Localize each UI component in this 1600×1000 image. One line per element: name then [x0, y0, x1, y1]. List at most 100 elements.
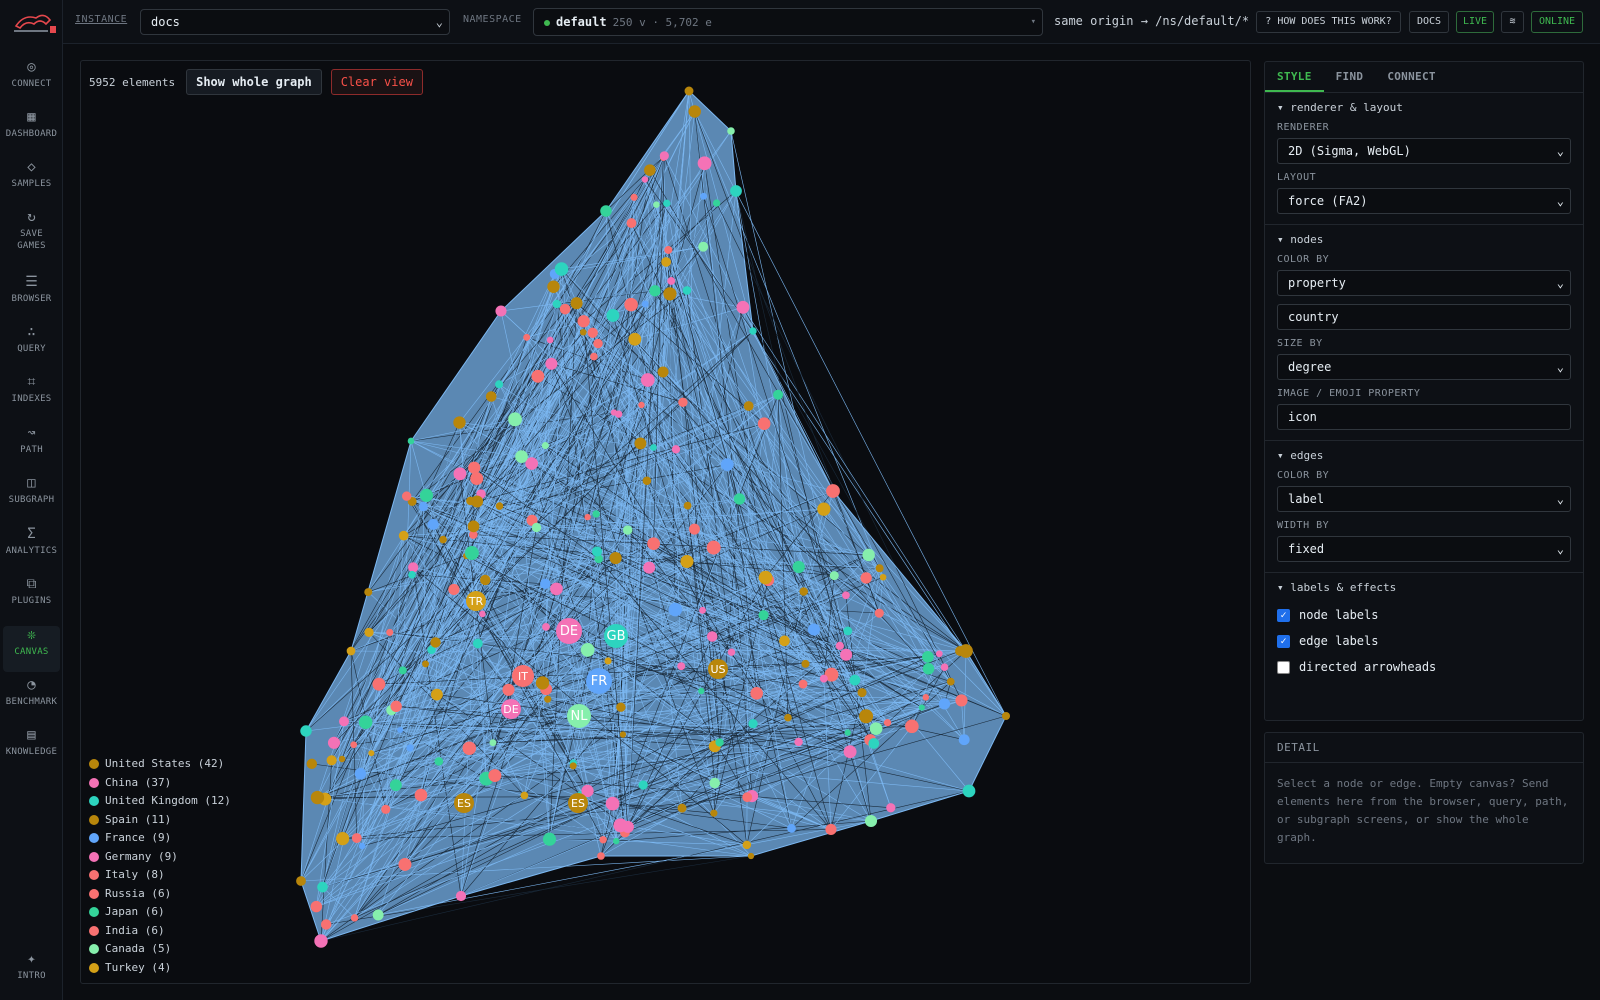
graph-node[interactable] [709, 777, 720, 789]
graph-node[interactable] [619, 731, 627, 738]
graph-node[interactable] [300, 725, 312, 737]
graph-node[interactable] [787, 823, 796, 833]
graph-node[interactable] [346, 646, 356, 656]
graph-node[interactable] [472, 638, 483, 649]
graph-node[interactable] [747, 852, 755, 860]
graph-node[interactable] [680, 555, 694, 569]
edge-labels-checkbox[interactable]: ✓ edge labels [1277, 628, 1571, 654]
graph-node[interactable] [408, 570, 416, 579]
graph-node[interactable] [489, 739, 497, 747]
node-labels-checkbox[interactable]: ✓ node labels [1277, 602, 1571, 628]
graph-node[interactable] [649, 285, 661, 297]
graph-node[interactable] [779, 635, 790, 647]
graph-node[interactable] [453, 416, 466, 429]
graph-node[interactable] [350, 914, 359, 922]
graph-node[interactable] [622, 525, 633, 535]
graph-node[interactable] [600, 205, 612, 217]
graph-node[interactable] [502, 683, 515, 696]
graph-node[interactable] [467, 520, 480, 533]
graph-node[interactable] [389, 779, 402, 792]
graph-node[interactable] [540, 578, 551, 590]
graph-node[interactable] [715, 738, 724, 747]
graph-node[interactable] [592, 510, 600, 518]
graph-node[interactable] [733, 493, 746, 505]
graph-node[interactable] [640, 373, 655, 387]
graph-node[interactable] [955, 694, 968, 707]
graph-node[interactable] [668, 602, 683, 617]
graph-node[interactable] [485, 391, 497, 402]
graph-node[interactable] [682, 286, 692, 295]
show-whole-graph-button[interactable]: Show whole graph [186, 69, 322, 95]
graph-node[interactable] [959, 644, 973, 658]
nav-indexes[interactable]: ⌗ INDEXES [3, 373, 60, 419]
graph-node[interactable] [727, 648, 736, 656]
graph-node[interactable] [531, 369, 545, 383]
graph-node[interactable] [488, 769, 502, 783]
nav-analytics[interactable]: Σ ANALYTICS [3, 525, 60, 571]
graph-node[interactable] [699, 606, 707, 614]
graph-node[interactable] [480, 574, 491, 586]
graph-node[interactable] [455, 890, 467, 902]
graph-node[interactable] [807, 623, 821, 636]
graph-node[interactable] [448, 583, 460, 596]
namespace-select[interactable]: default 250 v · 5,702 e ▾ [533, 8, 1043, 36]
graph-node[interactable] [712, 199, 721, 207]
graph-node[interactable] [616, 702, 626, 712]
graph-node[interactable] [720, 458, 734, 472]
graph-node[interactable] [879, 573, 887, 581]
graph-node[interactable] [706, 540, 721, 555]
checkbox-checked-icon[interactable]: ✓ [1277, 634, 1290, 648]
graph-node[interactable] [495, 380, 504, 389]
graph-node[interactable] [579, 328, 587, 336]
graph-node[interactable] [843, 626, 853, 636]
graph-node[interactable] [434, 757, 444, 766]
graph-node[interactable] [570, 297, 583, 310]
color-property-input[interactable]: country [1277, 304, 1571, 330]
graph-node[interactable] [354, 768, 367, 780]
graph-node[interactable] [825, 823, 837, 836]
graph-node[interactable] [508, 412, 522, 427]
width-by-select[interactable]: fixed ⌄ [1277, 536, 1571, 562]
graph-node[interactable] [317, 881, 328, 893]
graph-node[interactable] [597, 852, 605, 860]
graph-node[interactable] [922, 694, 930, 701]
graph-node[interactable] [922, 651, 934, 663]
graph-node[interactable] [864, 814, 878, 828]
graph-node[interactable] [351, 833, 362, 843]
graph-node[interactable] [386, 628, 394, 636]
layout-select[interactable]: force (FA2) ⌄ [1277, 188, 1571, 214]
graph-node[interactable] [338, 755, 346, 763]
graph-node[interactable] [634, 437, 647, 450]
nav-canvas[interactable]: ❊ CANVAS [3, 626, 60, 672]
graph-node[interactable] [653, 201, 660, 208]
graph-node[interactable] [730, 185, 742, 197]
graph-node[interactable] [599, 836, 607, 844]
graph-node[interactable] [327, 736, 341, 749]
graph-node[interactable] [604, 657, 612, 665]
graph-node[interactable] [523, 333, 531, 341]
tab-find[interactable]: FIND [1324, 62, 1376, 92]
node-color-by-select[interactable]: property ⌄ [1277, 270, 1571, 296]
nav-browser[interactable]: ☰ BROWSER [3, 273, 60, 319]
graph-node[interactable] [580, 643, 595, 657]
nav-connect[interactable]: ◎ CONNECT [3, 58, 60, 104]
graph-node[interactable] [430, 637, 441, 648]
graph-node[interactable] [372, 909, 384, 921]
graph-node[interactable] [706, 631, 718, 642]
graph-node[interactable] [320, 919, 332, 930]
graph-node[interactable] [398, 530, 409, 541]
size-by-select[interactable]: degree ⌄ [1277, 354, 1571, 380]
graph-node[interactable] [495, 305, 507, 317]
graph-node[interactable] [857, 688, 867, 698]
graph-node[interactable] [546, 336, 554, 344]
graph-node[interactable] [401, 491, 412, 501]
graph-node[interactable] [542, 623, 550, 631]
graph-node[interactable] [742, 792, 753, 803]
graph-node[interactable] [547, 280, 560, 293]
graph-node[interactable] [1001, 711, 1011, 721]
graph-node[interactable] [419, 488, 434, 502]
graph-node[interactable] [544, 695, 552, 703]
nav-benchmark[interactable]: ◔ BENCHMARK [3, 676, 60, 722]
graph-node[interactable] [698, 687, 705, 695]
graph-node[interactable] [859, 709, 874, 724]
